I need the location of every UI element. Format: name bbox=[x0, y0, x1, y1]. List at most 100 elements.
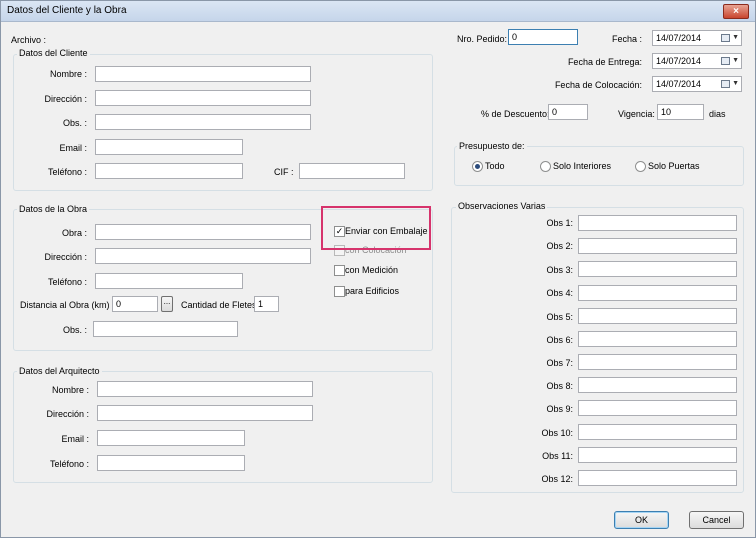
fletes-label: Cantidad de Fletes: bbox=[181, 300, 260, 310]
arquitecto-nombre-input[interactable] bbox=[97, 381, 313, 397]
obra-telefono-input[interactable] bbox=[95, 273, 243, 289]
cliente-email-input[interactable] bbox=[95, 139, 243, 155]
dias-label: dias bbox=[709, 109, 726, 119]
obs-label-11: Obs 11: bbox=[542, 451, 573, 461]
obs-label-9: Obs 9: bbox=[546, 404, 573, 414]
cliente-telefono-input[interactable] bbox=[95, 163, 243, 179]
distancia-label: Distancia al Obra (km) = bbox=[20, 300, 118, 310]
entrega-label: Fecha de Entrega: bbox=[567, 57, 642, 67]
distancia-browse-button[interactable]: ... bbox=[161, 296, 173, 312]
obs-input-8[interactable] bbox=[578, 377, 737, 393]
arquitecto-nombre-label: Nombre : bbox=[51, 385, 89, 395]
chevron-down-icon: ▼ bbox=[732, 80, 739, 87]
title-bar: Datos del Cliente y la Obra × bbox=[1, 1, 755, 22]
cliente-cif-input[interactable] bbox=[299, 163, 405, 179]
obra-obra-label: Obra : bbox=[61, 228, 87, 238]
obs-label-4: Obs 4: bbox=[546, 288, 573, 298]
arquitecto-email-input[interactable] bbox=[97, 430, 245, 446]
radio-solo-interiores-label: Solo Interiores bbox=[553, 161, 612, 171]
radio-todo[interactable] bbox=[472, 161, 483, 172]
chevron-down-icon: ▼ bbox=[732, 34, 739, 41]
colocacion-datepicker[interactable]: 14/07/2014 ▼ bbox=[652, 76, 742, 92]
colocacion-label: Fecha de Colocación: bbox=[554, 80, 642, 90]
cliente-email-label: Email : bbox=[59, 143, 87, 153]
fecha-datepicker[interactable]: 14/07/2014 ▼ bbox=[652, 30, 742, 46]
con-medicion-checkbox[interactable] bbox=[334, 265, 345, 276]
obs-input-1[interactable] bbox=[578, 215, 737, 231]
cliente-direccion-input[interactable] bbox=[95, 90, 311, 106]
cancel-button[interactable]: Cancel bbox=[689, 511, 744, 529]
para-edificios-checkbox[interactable] bbox=[334, 286, 345, 297]
arquitecto-direccion-input[interactable] bbox=[97, 405, 313, 421]
descuento-label: % de Descuento: bbox=[481, 109, 550, 119]
distancia-input[interactable]: 0 bbox=[112, 296, 158, 312]
obs-input-11[interactable] bbox=[578, 447, 737, 463]
obs-label-10: Obs 10: bbox=[541, 428, 573, 438]
radio-solo-interiores[interactable] bbox=[540, 161, 551, 172]
radio-solo-puertas[interactable] bbox=[635, 161, 646, 172]
radio-todo-label: Todo bbox=[485, 161, 505, 171]
cliente-nombre-label: Nombre : bbox=[49, 69, 87, 79]
obs-label-2: Obs 2: bbox=[546, 241, 573, 251]
cliente-telefono-label: Teléfono : bbox=[47, 167, 87, 177]
obra-obra-input[interactable] bbox=[95, 224, 311, 240]
obs-input-2[interactable] bbox=[578, 238, 737, 254]
entrega-value: 14/07/2014 bbox=[656, 56, 702, 66]
chevron-down-icon: ▼ bbox=[732, 57, 739, 64]
obs-input-10[interactable] bbox=[578, 424, 737, 440]
obs-label-7: Obs 7: bbox=[546, 358, 573, 368]
nro-pedido-label: Nro. Pedido: bbox=[457, 34, 508, 44]
fecha-value: 14/07/2014 bbox=[656, 33, 702, 43]
para-edificios-label: para Edificios bbox=[345, 286, 400, 296]
cliente-obs-label: Obs. : bbox=[62, 118, 87, 128]
obs-label-6: Obs 6: bbox=[546, 335, 573, 345]
calendar-icon bbox=[721, 57, 730, 65]
obs-label-8: Obs 8: bbox=[546, 381, 573, 391]
descuento-input[interactable]: 0 bbox=[548, 104, 588, 120]
fecha-label: Fecha : bbox=[611, 34, 642, 44]
cliente-group-title: Datos del Cliente bbox=[17, 48, 90, 58]
obs-label-12: Obs 12: bbox=[541, 474, 573, 484]
highlight-box bbox=[321, 206, 431, 250]
archivo-label: Archivo : bbox=[11, 35, 47, 45]
obra-obs-label: Obs. : bbox=[62, 325, 87, 335]
cliente-nombre-input[interactable] bbox=[95, 66, 311, 82]
vigencia-input[interactable]: 10 bbox=[657, 104, 704, 120]
obs-label-5: Obs 5: bbox=[546, 312, 573, 322]
obs-input-7[interactable] bbox=[578, 354, 737, 370]
cliente-obs-input[interactable] bbox=[95, 114, 311, 130]
obs-input-9[interactable] bbox=[578, 400, 737, 416]
calendar-icon bbox=[721, 34, 730, 42]
arquitecto-telefono-input[interactable] bbox=[97, 455, 245, 471]
obra-obs-input[interactable] bbox=[93, 321, 238, 337]
fletes-input[interactable]: 1 bbox=[254, 296, 279, 312]
colocacion-value: 14/07/2014 bbox=[656, 79, 702, 89]
cliente-cif-label: CIF : bbox=[274, 167, 294, 177]
obra-direccion-label: Dirección : bbox=[44, 252, 87, 262]
cliente-direccion-label: Dirección : bbox=[44, 94, 87, 104]
dialog-window: Datos del Cliente y la Obra × Archivo : … bbox=[0, 0, 756, 538]
obs-input-12[interactable] bbox=[578, 470, 737, 486]
calendar-icon bbox=[721, 80, 730, 88]
obra-direccion-input[interactable] bbox=[95, 248, 311, 264]
arquitecto-group-title: Datos del Arquitecto bbox=[17, 366, 102, 376]
arquitecto-email-label: Email : bbox=[61, 434, 89, 444]
ok-button[interactable]: OK bbox=[614, 511, 669, 529]
obra-group-title: Datos de la Obra bbox=[17, 204, 90, 214]
obs-input-5[interactable] bbox=[578, 308, 737, 324]
observaciones-group-title: Observaciones Varias bbox=[456, 201, 548, 211]
obs-input-6[interactable] bbox=[578, 331, 737, 347]
arquitecto-direccion-label: Dirección : bbox=[46, 409, 89, 419]
obs-label-3: Obs 3: bbox=[546, 265, 573, 275]
window-title: Datos del Cliente y la Obra bbox=[7, 5, 127, 16]
obs-input-3[interactable] bbox=[578, 261, 737, 277]
obs-input-4[interactable] bbox=[578, 285, 737, 301]
close-button[interactable]: × bbox=[723, 4, 749, 19]
con-medicion-label: con Medición bbox=[345, 265, 399, 275]
presupuesto-group-title: Presupuesto de: bbox=[457, 141, 527, 151]
radio-solo-puertas-label: Solo Puertas bbox=[648, 161, 700, 171]
vigencia-label: Vigencia: bbox=[618, 109, 655, 119]
entrega-datepicker[interactable]: 14/07/2014 ▼ bbox=[652, 53, 742, 69]
close-icon: × bbox=[733, 6, 739, 17]
obra-telefono-label: Teléfono : bbox=[47, 277, 87, 287]
